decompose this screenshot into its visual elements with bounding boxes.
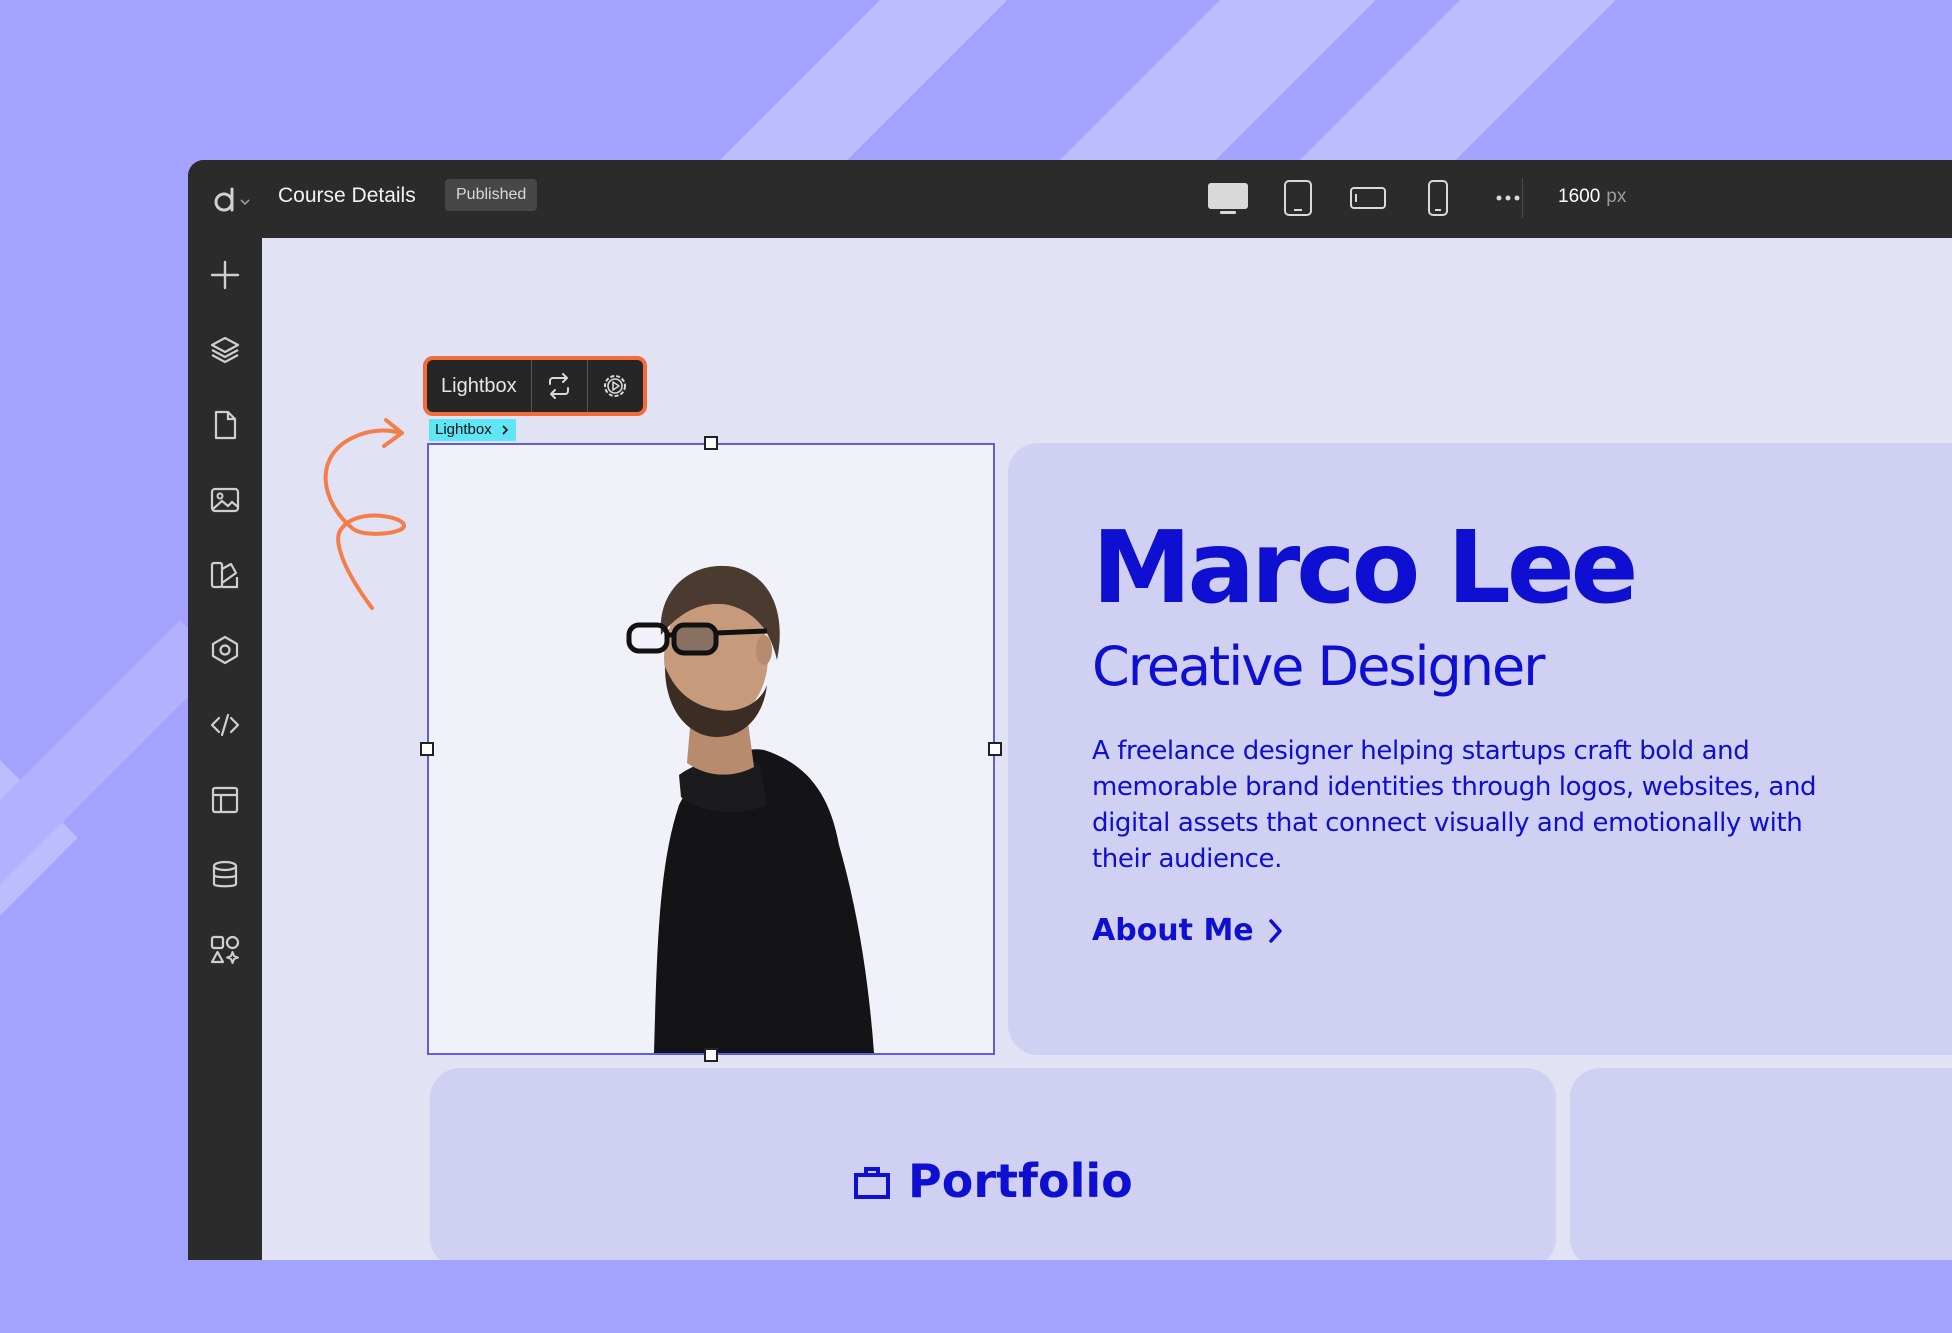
add-icon xyxy=(210,260,240,290)
media-button[interactable] xyxy=(206,481,244,519)
app-logo-icon xyxy=(214,187,250,212)
hero-role: Creative Designer xyxy=(1092,635,1545,698)
more-devices-button[interactable] xyxy=(1473,178,1543,218)
about-me-link[interactable]: About Me xyxy=(1092,913,1284,948)
design-canvas[interactable]: Lightbox Lightbox Marco Lee Creative Des… xyxy=(262,238,1952,1260)
styles-icon xyxy=(210,561,239,589)
mobile-icon xyxy=(1428,180,1448,216)
side-card[interactable] xyxy=(1570,1068,1952,1260)
layout-icon xyxy=(211,786,239,814)
tablet-landscape-icon xyxy=(1350,187,1386,209)
database-icon xyxy=(212,860,238,888)
element-toolbar: Lightbox xyxy=(423,356,647,416)
layers-button[interactable] xyxy=(206,331,244,369)
divider xyxy=(1522,178,1523,218)
chevron-right-icon xyxy=(1268,918,1282,943)
page-title: Course Details xyxy=(278,184,416,207)
layers-icon xyxy=(210,336,240,364)
hero-description: A freelance designer helping startups cr… xyxy=(1092,736,1817,874)
apps-icon xyxy=(210,935,240,964)
code-icon xyxy=(210,713,240,737)
resize-handle-top[interactable] xyxy=(704,436,718,450)
resize-handle-bottom[interactable] xyxy=(704,1048,718,1062)
left-sidebar xyxy=(188,238,262,1260)
tablet-landscape-view-button[interactable] xyxy=(1333,178,1403,218)
media-icon xyxy=(210,487,240,513)
apps-button[interactable] xyxy=(206,931,244,969)
element-type-label[interactable]: Lightbox xyxy=(427,360,532,412)
code-button[interactable] xyxy=(206,706,244,744)
canvas-width-unit: px xyxy=(1606,186,1627,207)
device-switcher xyxy=(1193,178,1543,218)
canvas-width-value: 1600 xyxy=(1558,186,1601,207)
portfolio-card[interactable]: Portfolio xyxy=(430,1068,1556,1260)
settings-icon xyxy=(604,375,627,397)
tablet-view-button[interactable] xyxy=(1263,178,1333,218)
status-badge: Published xyxy=(445,179,538,211)
about-me-label: About Me xyxy=(1092,913,1254,948)
more-icon xyxy=(1496,195,1520,201)
canvas-width-input[interactable]: 1600 px xyxy=(1558,186,1626,208)
resize-handle-right[interactable] xyxy=(988,742,1002,756)
desktop-view-button[interactable] xyxy=(1193,178,1263,218)
layout-button[interactable] xyxy=(206,781,244,819)
portfolio-label: Portfolio xyxy=(908,1154,1133,1208)
resize-handle-left[interactable] xyxy=(420,742,434,756)
hero-card[interactable]: Marco Lee Creative Designer A freelance … xyxy=(1008,443,1952,1055)
add-element-button[interactable] xyxy=(206,256,244,294)
top-bar: Course Details Published 1600 px xyxy=(188,160,1952,238)
tablet-icon xyxy=(1284,180,1312,216)
breadcrumb-label: Lightbox xyxy=(435,421,492,438)
lightbox-image[interactable] xyxy=(427,443,995,1055)
editor-window: Course Details Published 1600 px Lightbo… xyxy=(188,160,1952,1260)
curly-arrow-annotation xyxy=(323,418,406,610)
styles-button[interactable] xyxy=(206,556,244,594)
chevron-right-icon xyxy=(502,425,508,435)
hero-name: Marco Lee xyxy=(1092,509,1638,626)
portrait-image xyxy=(429,445,993,1053)
mobile-view-button[interactable] xyxy=(1403,178,1473,218)
app-logo-menu[interactable] xyxy=(212,182,252,218)
pages-button[interactable] xyxy=(206,406,244,444)
components-icon xyxy=(211,635,239,665)
portfolio-heading: Portfolio xyxy=(850,1154,1133,1208)
breadcrumb[interactable]: Lightbox xyxy=(429,419,516,441)
portfolio-icon xyxy=(854,1167,890,1199)
components-button[interactable] xyxy=(206,631,244,669)
database-button[interactable] xyxy=(206,856,244,894)
element-settings-button[interactable] xyxy=(588,360,643,412)
swap-icon xyxy=(549,373,570,399)
desktop-icon xyxy=(1208,183,1248,214)
pages-icon xyxy=(214,410,237,440)
replace-element-button[interactable] xyxy=(532,360,588,412)
